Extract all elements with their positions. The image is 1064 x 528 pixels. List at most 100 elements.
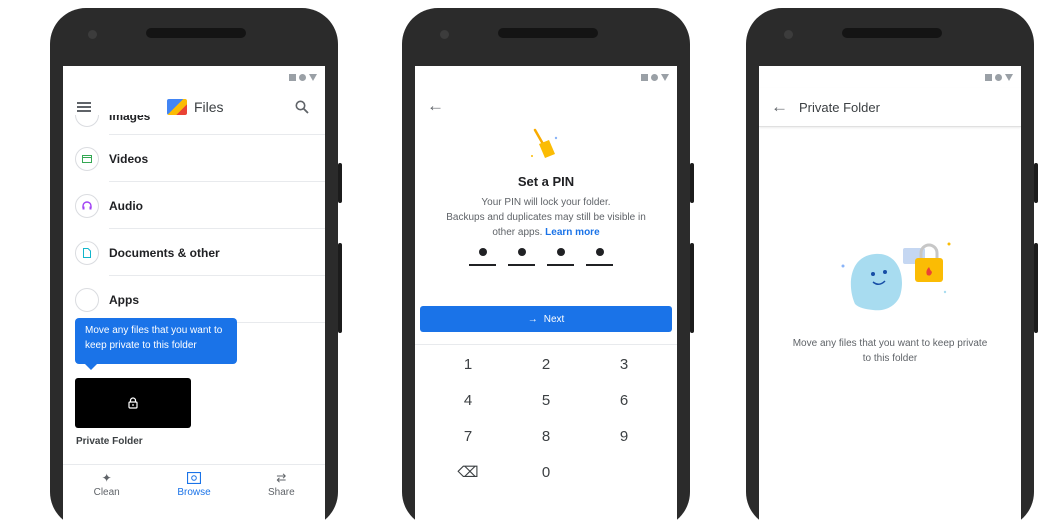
app-title-text: Files: [194, 99, 224, 115]
arrow-right-icon: →: [527, 313, 538, 325]
pin-entry-field[interactable]: [469, 246, 613, 266]
app-bar: ← Private Folder: [759, 88, 1021, 127]
headphones-icon: [75, 193, 99, 218]
pin-digit: [508, 246, 535, 266]
nav-clean[interactable]: ✦ Clean: [63, 465, 150, 505]
wifi-icon: [995, 73, 1002, 81]
empty-state-message: Move any files that you want to keep pri…: [792, 338, 988, 364]
apps-icon: [75, 287, 99, 312]
speaker-grill: [146, 28, 246, 38]
document-icon: [75, 240, 99, 265]
volume-button: [338, 243, 342, 333]
category-list: Images Videos Audio Documents & other Ap: [63, 115, 325, 323]
menu-icon[interactable]: [77, 102, 91, 112]
app-title: Files: [167, 99, 224, 115]
browse-icon: [186, 471, 202, 485]
list-item-label: Audio: [109, 198, 143, 213]
private-folder-tooltip: Move any files that you want to keep pri…: [75, 318, 237, 370]
next-button[interactable]: → Next: [420, 306, 672, 332]
pin-description-line: other apps.: [492, 227, 543, 238]
battery-icon: [309, 73, 317, 81]
files-screen: Files Images Videos Audio Documents & ot…: [63, 66, 325, 528]
list-item-label: Apps: [109, 292, 139, 307]
signal-icon: [641, 73, 648, 81]
keypad-divider: [415, 344, 677, 345]
files-logo-icon: [167, 99, 187, 115]
side-button: [690, 163, 694, 203]
signal-icon: [289, 73, 296, 81]
back-arrow-icon[interactable]: ←: [427, 96, 444, 116]
list-item-videos[interactable]: Videos: [63, 135, 325, 182]
backspace-icon[interactable]: ⌫: [429, 462, 507, 484]
image-icon: [75, 115, 99, 127]
key-1[interactable]: 1: [429, 354, 507, 376]
wifi-icon: [651, 73, 658, 81]
speaker-grill: [498, 28, 598, 38]
private-folder-illustration: [841, 242, 951, 311]
status-bar: [289, 72, 317, 82]
key-6[interactable]: 6: [585, 390, 663, 412]
key-3[interactable]: 3: [585, 354, 663, 376]
nav-browse[interactable]: Browse: [150, 465, 237, 505]
status-bar: [985, 72, 1013, 82]
list-item-label: Videos: [109, 151, 149, 166]
broom-icon: [531, 128, 558, 158]
side-button: [338, 163, 342, 203]
battery-icon: [661, 73, 669, 81]
key-7[interactable]: 7: [429, 426, 507, 448]
volume-button: [1034, 243, 1038, 333]
key-8[interactable]: 8: [507, 426, 585, 448]
pin-description-line: Backups and duplicates may still be visi…: [446, 212, 646, 223]
front-camera: [784, 30, 793, 39]
side-button: [1034, 163, 1038, 203]
phone-frame-private-folder: ← Private Folder Move any files that you…: [746, 8, 1038, 528]
signal-icon: [985, 73, 992, 81]
video-icon: [75, 146, 99, 171]
pin-digit: [547, 246, 574, 266]
pin-description: Your PIN will lock your folder. Backups …: [429, 195, 663, 240]
search-icon[interactable]: [295, 100, 309, 114]
lock-icon: [128, 397, 138, 409]
list-item-label: Documents & other: [109, 245, 220, 260]
pin-title: Set a PIN: [517, 174, 575, 189]
numeric-keypad: 1 2 3 4 5 6 7 8 9 ⌫ 0: [429, 354, 663, 484]
pin-digit: [469, 246, 496, 266]
sparkle-icon: ✦: [101, 471, 112, 485]
nav-label: Clean: [93, 487, 120, 498]
key-5[interactable]: 5: [507, 390, 585, 412]
front-camera: [88, 30, 97, 39]
private-folder-screen: ← Private Folder Move any files that you…: [759, 66, 1021, 528]
private-folder-tile[interactable]: [75, 378, 191, 428]
nav-label: Browse: [177, 487, 211, 498]
key-empty: [585, 462, 663, 484]
wifi-icon: [299, 73, 306, 81]
swap-icon: ⇄: [276, 471, 287, 485]
phone-frame-pin: ← Set a PIN Your PIN will lock your fold…: [402, 8, 694, 528]
page-title: Private Folder: [799, 100, 880, 115]
key-0[interactable]: 0: [507, 462, 585, 484]
nav-share[interactable]: ⇄ Share: [238, 465, 325, 505]
pin-digit: [586, 246, 613, 266]
next-button-label: Next: [543, 313, 565, 325]
pin-description-line: Your PIN will lock your folder.: [481, 197, 611, 208]
speaker-grill: [842, 28, 942, 38]
nav-label: Share: [267, 487, 295, 498]
phone-frame-files: Files Images Videos Audio Documents & ot…: [50, 8, 342, 528]
list-item-documents[interactable]: Documents & other: [63, 229, 325, 276]
key-2[interactable]: 2: [507, 354, 585, 376]
back-arrow-icon[interactable]: ←: [771, 97, 788, 117]
volume-button: [690, 243, 694, 333]
pin-screen: ← Set a PIN Your PIN will lock your fold…: [415, 66, 677, 528]
key-4[interactable]: 4: [429, 390, 507, 412]
list-item-audio[interactable]: Audio: [63, 182, 325, 229]
list-item-label: Images: [109, 115, 151, 123]
status-bar: [641, 72, 669, 82]
private-folder-label: Private Folder: [76, 436, 143, 447]
key-9[interactable]: 9: [585, 426, 663, 448]
battery-icon: [1005, 73, 1013, 81]
list-item-apps[interactable]: Apps: [63, 276, 325, 323]
learn-more-link[interactable]: Learn more: [545, 227, 599, 238]
front-camera: [440, 30, 449, 39]
bottom-navigation: ✦ Clean Browse ⇄ Share: [63, 464, 325, 505]
list-item-images[interactable]: Images: [63, 115, 325, 135]
